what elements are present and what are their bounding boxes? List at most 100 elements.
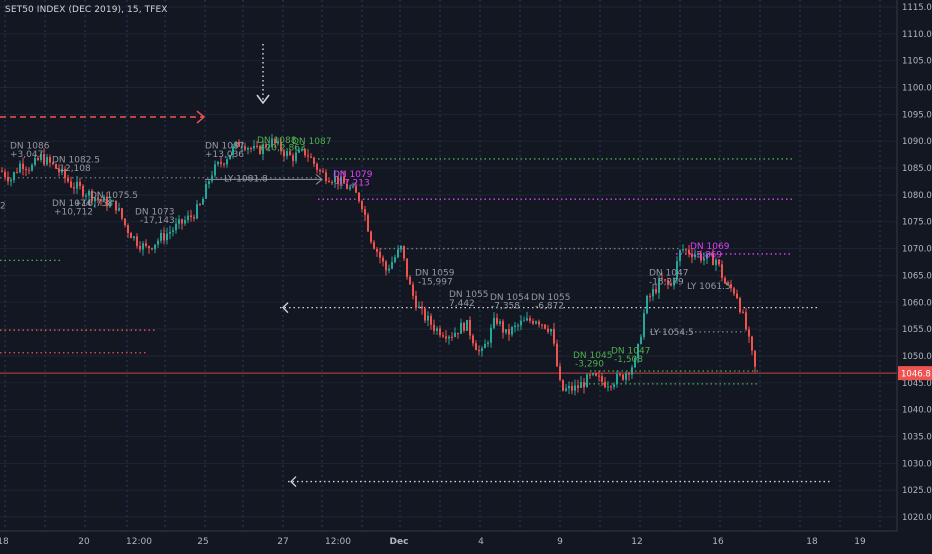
candle-body bbox=[538, 321, 540, 325]
candle-body bbox=[460, 322, 462, 334]
candle-body bbox=[436, 328, 438, 331]
candle-body bbox=[466, 319, 468, 331]
candle-body bbox=[487, 342, 489, 344]
candle-body bbox=[202, 198, 204, 205]
candle-body bbox=[169, 231, 171, 234]
candle-body bbox=[625, 373, 627, 380]
candle-body bbox=[214, 164, 216, 176]
candle-body bbox=[247, 148, 249, 150]
candle-body bbox=[514, 325, 516, 328]
candle-body bbox=[442, 335, 444, 337]
candle-body bbox=[574, 385, 576, 391]
candle-body bbox=[121, 208, 123, 219]
price-tick-label: 1020.0 bbox=[902, 513, 932, 523]
candle-body bbox=[532, 320, 534, 324]
candle-body bbox=[166, 233, 168, 241]
annotation-label: +10,712 bbox=[54, 208, 93, 218]
candle-body bbox=[211, 175, 213, 182]
time-tick-label: 18 bbox=[0, 537, 9, 547]
candle-body bbox=[397, 249, 399, 258]
candle-body bbox=[544, 324, 546, 329]
candle-body bbox=[319, 169, 321, 172]
time-tick-label: 19 bbox=[854, 537, 866, 547]
candle-body bbox=[328, 181, 330, 183]
candle-body bbox=[580, 382, 582, 388]
time-tick-label: 20 bbox=[78, 537, 90, 547]
candle-body bbox=[217, 162, 219, 165]
candle-body bbox=[145, 243, 147, 247]
candle-body bbox=[178, 219, 180, 224]
candle-body bbox=[457, 332, 459, 334]
candle-body bbox=[739, 298, 741, 313]
annotation-label: -3,869 bbox=[693, 250, 722, 260]
price-tick-label: 1100.0 bbox=[902, 84, 932, 94]
candle-body bbox=[142, 243, 144, 250]
candle-body bbox=[163, 233, 165, 241]
price-tick-label: 1040.0 bbox=[902, 406, 932, 416]
candle-body bbox=[415, 295, 417, 308]
candle-body bbox=[631, 367, 633, 375]
price-tick-label: 1080.0 bbox=[902, 191, 932, 201]
candle-body bbox=[559, 366, 561, 380]
candle-body bbox=[370, 231, 372, 243]
candle-body bbox=[646, 295, 648, 314]
candle-body bbox=[361, 201, 363, 210]
candle-body bbox=[376, 248, 378, 252]
candle-body bbox=[307, 155, 309, 157]
candle-body bbox=[400, 245, 402, 250]
candle-body bbox=[382, 257, 384, 262]
candle-body bbox=[550, 328, 552, 332]
annotation-label: -17,143 bbox=[140, 216, 175, 226]
candle-body bbox=[67, 177, 69, 182]
price-tick-label: 1090.0 bbox=[902, 137, 932, 147]
candle-body bbox=[373, 242, 375, 249]
candle-body bbox=[643, 313, 645, 337]
price-tick-label: 1070.0 bbox=[902, 245, 932, 255]
candle-body bbox=[517, 325, 519, 327]
candle-body bbox=[175, 223, 177, 231]
candle-body bbox=[433, 324, 435, 331]
price-tick-label: 1065.0 bbox=[902, 271, 932, 281]
candle-body bbox=[721, 264, 723, 278]
candle-body bbox=[604, 381, 606, 388]
candle-body bbox=[583, 382, 585, 388]
candle-body bbox=[481, 348, 483, 351]
candle-body bbox=[496, 317, 498, 324]
candle-body bbox=[562, 379, 564, 391]
annotation-label: LY 1061.5 bbox=[687, 282, 731, 292]
candle-body bbox=[493, 317, 495, 328]
candle-body bbox=[586, 374, 588, 388]
candle-body bbox=[82, 186, 84, 197]
candle-body bbox=[19, 163, 21, 173]
candle-body bbox=[502, 321, 504, 333]
last-price-label: 1046.8 bbox=[901, 370, 931, 380]
candle-body bbox=[28, 169, 30, 171]
candle-body bbox=[649, 295, 651, 297]
annotation-label: -1,508 bbox=[614, 355, 643, 365]
candle-body bbox=[223, 163, 225, 165]
candle-body bbox=[85, 195, 87, 197]
candle-body bbox=[733, 288, 735, 294]
annotation-label: 7,442 bbox=[449, 299, 475, 309]
candle-body bbox=[490, 327, 492, 343]
price-chart[interactable]: DN 1086+3,047DN 1082.5-12,108DN 1075.5DN… bbox=[0, 0, 932, 550]
annotation-label: -12,108 bbox=[56, 164, 91, 174]
time-tick-label: 16 bbox=[712, 537, 724, 547]
candle-body bbox=[22, 163, 24, 170]
price-tick-label: 1095.0 bbox=[902, 110, 932, 120]
candle-body bbox=[25, 169, 27, 171]
candle-body bbox=[628, 373, 630, 375]
candle-body bbox=[10, 179, 12, 182]
candle-body bbox=[445, 336, 447, 339]
candle-body bbox=[316, 163, 318, 170]
candle-body bbox=[196, 204, 198, 219]
candle-body bbox=[16, 172, 18, 174]
annotation-label: -17,213 bbox=[335, 179, 370, 189]
candle-body bbox=[130, 232, 132, 239]
candle-body bbox=[70, 181, 72, 188]
candle-body bbox=[172, 230, 174, 232]
price-tick-label: 1025.0 bbox=[902, 486, 932, 496]
candle-body bbox=[511, 327, 513, 335]
price-tick-label: 1105.0 bbox=[902, 57, 932, 67]
candle-body bbox=[151, 248, 153, 250]
